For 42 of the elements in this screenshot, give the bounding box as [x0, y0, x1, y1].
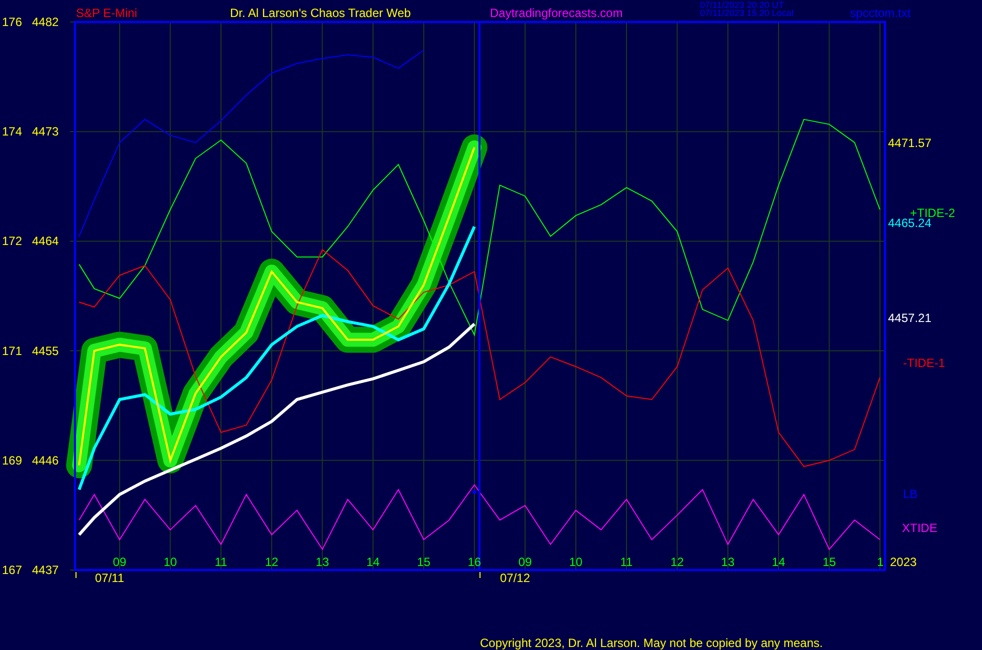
axis-label: 13 [316, 555, 330, 569]
axis-label: 4473 [32, 124, 59, 139]
axis-label: 176 [2, 15, 22, 29]
axis-label: 12 [670, 555, 684, 569]
date-label: 07/11 [95, 571, 124, 585]
axis-label: 14 [366, 555, 380, 569]
axis-label: 174 [2, 124, 22, 139]
axis-label: 13 [721, 555, 735, 569]
axis-label: 1 [877, 555, 884, 569]
axis-label: 11 [214, 555, 228, 569]
axis-label: 4482 [32, 15, 59, 29]
value-label: 2023 [890, 555, 917, 569]
axis-label: 4437 [32, 563, 59, 577]
app-title: Dr. Al Larson's Chaos Trader Web [230, 6, 411, 20]
axis-label: 11 [620, 555, 633, 569]
legend-label: XTIDE [902, 521, 938, 535]
axis-label: 10 [164, 555, 177, 569]
axis-label: 4464 [32, 234, 59, 248]
value-label: 4457.21 [888, 311, 932, 325]
legend-label: LB [903, 487, 918, 501]
date-label: 07/12 [500, 571, 530, 585]
axis-label: 167 [2, 563, 22, 577]
axis-label: 10 [569, 555, 582, 569]
axis-label: 09 [518, 555, 532, 569]
legend-label: -TIDE-1 [903, 356, 945, 370]
copyright-text: Copyright 2023, Dr. Al Larson. May not be copied by any means. [480, 636, 823, 650]
axis-label: 169 [2, 453, 22, 468]
axis-label: 12 [265, 555, 278, 569]
axis-label: 15 [822, 555, 836, 569]
axis-label: 15 [417, 555, 430, 569]
axis-label: 171 [2, 344, 22, 358]
site-link[interactable]: Daytradingforecasts.com [490, 6, 623, 20]
axis-label: 172 [2, 234, 22, 248]
value-label: 4471.57 [888, 136, 932, 150]
timestamp: 07/11/2023 15:20 Local [700, 8, 794, 18]
axis-label: 14 [772, 555, 786, 569]
timestamp: 07/11/2023 20:20 UT [700, 0, 784, 10]
symbol-title: S&P E-Mini [76, 6, 138, 20]
axis-label: 4455 [32, 344, 59, 358]
axis-label: 09 [112, 555, 126, 569]
axis-label: 4446 [32, 453, 59, 468]
file-name: spcctom.txt [850, 6, 911, 20]
